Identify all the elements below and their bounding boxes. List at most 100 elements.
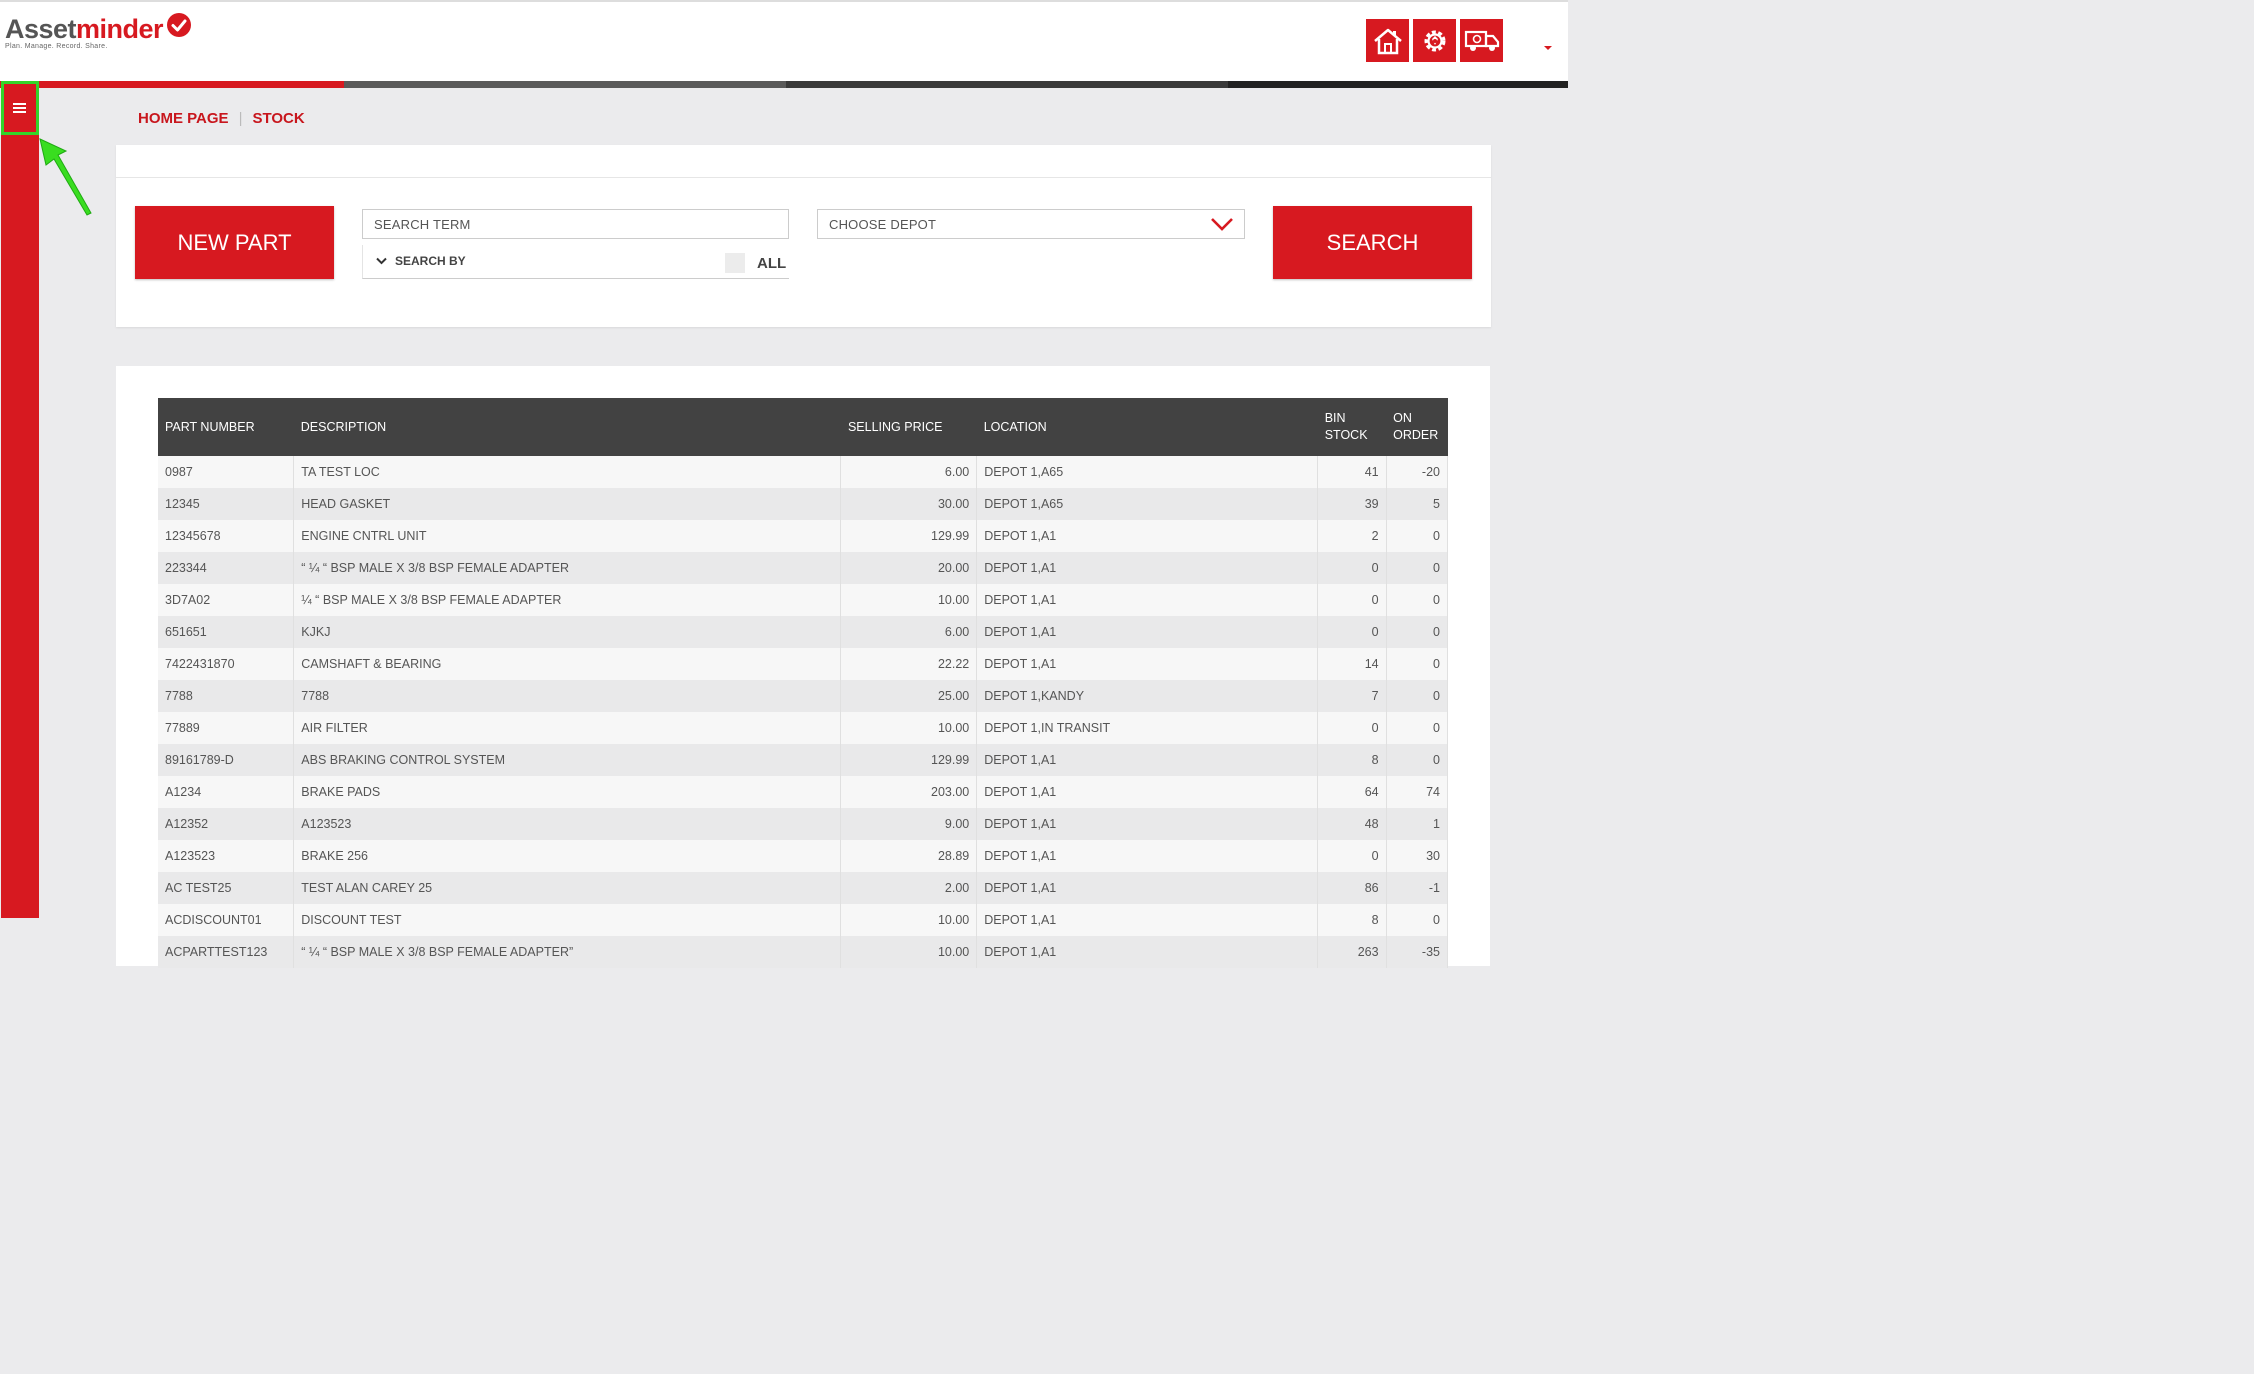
bin-stock-cell: 0 (1317, 712, 1387, 744)
settings-button[interactable] (1413, 19, 1456, 62)
all-label: ALL (757, 255, 787, 272)
bin-stock-cell: 2 (1317, 520, 1387, 552)
depot-select-placeholder: CHOOSE DEPOT (829, 216, 937, 232)
hamburger-menu-button[interactable] (1, 81, 39, 135)
on-order-cell: 30 (1386, 840, 1449, 872)
col-header-description[interactable]: DESCRIPTION (293, 398, 841, 456)
breadcrumb-home-link[interactable]: HOME PAGE (138, 110, 229, 127)
selling-price-cell: 203.00 (840, 776, 978, 808)
table-row[interactable]: 12345678 ENGINE CNTRL UNIT 129.99 DEPOT 1,A… (158, 520, 1449, 552)
on-order-cell: 0 (1386, 520, 1449, 552)
part-number-cell: ACPARTTEST123 (158, 936, 295, 968)
color-strip (0, 81, 1568, 88)
description-cell: ABS BRAKING CONTROL SYSTEM (293, 744, 842, 776)
table-row[interactable]: 223344 “ ¼ “ BSP MALE X 3/8 BSP FEMALE AD… (158, 552, 1449, 584)
table-row[interactable]: 3D7A02 ¼ “ BSP MALE X 3/8 BSP FEMALE ADAP… (158, 584, 1449, 616)
on-order-cell: 0 (1386, 552, 1449, 584)
description-cell: 7788 (293, 680, 842, 712)
table-row[interactable]: 651651 KJKJ 6.00 DEPOT 1,A1 0 0 (158, 616, 1449, 648)
part-number-cell: A12352 (158, 808, 295, 840)
description-cell: ¼ “ BSP MALE X 3/8 BSP FEMALE ADAPTER (293, 584, 842, 616)
bin-stock-cell: 0 (1317, 840, 1387, 872)
part-number-cell: 77889 (158, 712, 295, 744)
annotation-arrow-icon (39, 138, 92, 216)
chevron-down-icon (1211, 218, 1233, 231)
search-panel: NEW PART SEARCH TERM SEARCH BY ALL CHOOS… (116, 145, 1491, 327)
description-cell: “ ¼ “ BSP MALE X 3/8 BSP FEMALE ADAPTER” (293, 936, 842, 968)
location-cell: DEPOT 1,A1 (976, 936, 1319, 968)
table-header-row: PART NUMBER DESCRIPTION SELLING PRICE LO… (158, 398, 1448, 456)
home-icon (1373, 28, 1402, 54)
location-cell: DEPOT 1,A1 (976, 648, 1319, 680)
col-header-part-number[interactable]: PART NUMBER (158, 398, 294, 456)
new-part-button[interactable]: NEW PART (135, 206, 334, 279)
table-row[interactable]: 77889 AIR FILTER 10.00 DEPOT 1,IN TRANSIT 0 0 (158, 712, 1449, 744)
description-cell: HEAD GASKET (293, 488, 842, 520)
location-cell: DEPOT 1,A1 (976, 520, 1319, 552)
location-cell: DEPOT 1,A1 (976, 840, 1319, 872)
search-by-toggle[interactable]: SEARCH BY (376, 254, 466, 268)
panel-divider (116, 177, 1491, 178)
table-row[interactable]: 12345 HEAD GASKET 30.00 DEPOT 1,A65 39 5 (158, 488, 1449, 520)
table-row[interactable]: A123523 BRAKE 256 28.89 DEPOT 1,A1 0 30 (158, 840, 1449, 872)
part-number-cell: A1234 (158, 776, 295, 808)
table-row[interactable]: ACPARTTEST123 “ ¼ “ BSP MALE X 3/8 BSP FE… (158, 936, 1449, 968)
description-cell: CAMSHAFT & BEARING (293, 648, 842, 680)
description-cell: BRAKE PADS (293, 776, 842, 808)
selling-price-cell: 25.00 (840, 680, 978, 712)
selling-price-cell: 6.00 (840, 456, 978, 488)
breadcrumb-current[interactable]: STOCK (252, 110, 304, 127)
part-number-cell: ACDISCOUNT01 (158, 904, 295, 936)
selling-price-cell: 129.99 (840, 744, 978, 776)
table-row[interactable]: 7422431870 CAMSHAFT & BEARING 22.22 DEPOT 1… (158, 648, 1449, 680)
col-header-selling-price[interactable]: SELLING PRICE (840, 398, 977, 456)
location-cell: DEPOT 1,IN TRANSIT (976, 712, 1319, 744)
table-row[interactable]: 0987 TA TEST LOC 6.00 DEPOT 1,A65 41 -20 (158, 456, 1449, 488)
description-cell: “ ¼ “ BSP MALE X 3/8 BSP FEMALE ADAPTER (293, 552, 842, 584)
selling-price-cell: 10.00 (840, 936, 978, 968)
col-header-on-order[interactable]: ON ORDER (1386, 398, 1448, 456)
on-order-cell: 0 (1386, 680, 1449, 712)
table-row[interactable]: AC TEST25 TEST ALAN CAREY 25 2.00 DEPOT 1,A… (158, 872, 1449, 904)
table-row[interactable]: ACDISCOUNT01 DISCOUNT TEST 10.00 DEPOT 1,A1… (158, 904, 1449, 936)
table-row[interactable]: A1234 BRAKE PADS 203.00 DEPOT 1,A1 64 74 (158, 776, 1449, 808)
col-header-location[interactable]: LOCATION (976, 398, 1318, 456)
search-button[interactable]: SEARCH (1273, 206, 1472, 279)
location-cell: DEPOT 1,A1 (976, 616, 1319, 648)
selling-price-cell: 10.00 (840, 904, 978, 936)
top-bar: Assetminder Plan. Manage. Record. Share. (0, 0, 1568, 81)
location-cell: DEPOT 1,A65 (976, 456, 1319, 488)
on-order-cell: -35 (1386, 936, 1449, 968)
search-term-input[interactable]: SEARCH TERM (362, 209, 789, 239)
location-cell: DEPOT 1,A1 (976, 584, 1319, 616)
part-number-cell: 12345678 (158, 520, 295, 552)
table-row[interactable]: 7788 7788 25.00 DEPOT 1,KANDY 7 0 (158, 680, 1449, 712)
stock-table-body: 0987 TA TEST LOC 6.00 DEPOT 1,A65 41 -20 12345… (158, 456, 1449, 968)
header-icon-group (1366, 19, 1503, 62)
selling-price-cell: 6.00 (840, 616, 978, 648)
all-checkbox[interactable] (725, 253, 745, 273)
on-order-cell: 0 (1386, 584, 1449, 616)
search-by-row: SEARCH BY ALL (362, 245, 789, 279)
bin-stock-cell: 0 (1317, 616, 1387, 648)
table-row[interactable]: A12352 A123523 9.00 DEPOT 1,A1 48 1 (158, 808, 1449, 840)
on-order-cell: -20 (1386, 456, 1449, 488)
depot-select[interactable]: CHOOSE DEPOT (817, 209, 1245, 239)
fleet-button[interactable] (1460, 19, 1503, 62)
sidebar (1, 81, 39, 918)
logo-text-minder: minder (76, 14, 164, 44)
location-cell: DEPOT 1,A1 (976, 552, 1319, 584)
location-cell: DEPOT 1,KANDY (976, 680, 1319, 712)
assetminder-logo[interactable]: Assetminder Plan. Manage. Record. Share. (5, 13, 191, 50)
user-menu-caret-icon[interactable] (1544, 46, 1552, 50)
home-button[interactable] (1366, 19, 1409, 62)
part-number-cell: 3D7A02 (158, 584, 295, 616)
bin-stock-cell: 8 (1317, 904, 1387, 936)
breadcrumb: HOME PAGE | STOCK (138, 110, 305, 127)
description-cell: TEST ALAN CAREY 25 (293, 872, 842, 904)
description-cell: ENGINE CNTRL UNIT (293, 520, 842, 552)
bin-stock-cell: 7 (1317, 680, 1387, 712)
table-row[interactable]: 89161789-D ABS BRAKING CONTROL SYSTEM 129.… (158, 744, 1449, 776)
col-header-bin-stock[interactable]: BIN STOCK (1317, 398, 1387, 456)
selling-price-cell: 28.89 (840, 840, 978, 872)
